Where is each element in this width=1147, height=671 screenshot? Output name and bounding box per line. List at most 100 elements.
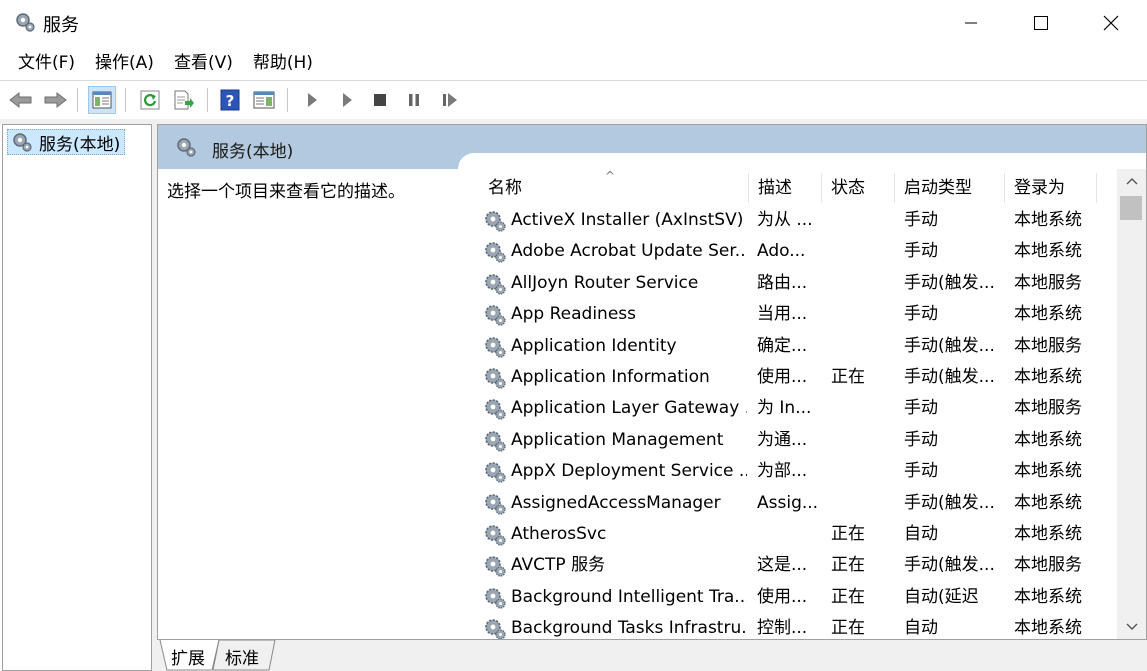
title-bar: 服务 <box>0 0 1147 46</box>
column-header-logon-as[interactable]: 登录为 <box>1005 173 1097 203</box>
properties-pane-button[interactable] <box>250 86 278 114</box>
scroll-down-button[interactable] <box>1117 615 1146 639</box>
start-service-button[interactable] <box>298 86 326 114</box>
service-description: 路由... <box>757 272 808 293</box>
table-row[interactable]: ActiveX Installer (AxInstSV) 为从 ... 手动 本地系统 <box>463 205 1117 236</box>
service-description: 为通... <box>757 429 808 450</box>
scroll-up-button[interactable] <box>1117 169 1146 193</box>
service-name: Application Management <box>511 429 724 450</box>
table-row[interactable]: Application Information 使用... 正在 手动(触发... 本地… <box>463 362 1117 393</box>
service-logon-as: 本地系统 <box>1014 524 1082 544</box>
menu-bar: 文件(F) 操作(A) 查看(V) 帮助(H) <box>0 46 1147 80</box>
service-logon-as: 本地服务 <box>1014 555 1082 576</box>
minimize-icon <box>965 22 977 24</box>
table-row[interactable]: AssignedAccessManager Assig... 手动(触发... 本地系… <box>463 488 1117 519</box>
minimize-button[interactable] <box>937 0 1005 46</box>
chevron-up-icon <box>1126 178 1137 185</box>
start-service-alt-button[interactable] <box>333 86 361 114</box>
service-logon-as: 本地系统 <box>1014 367 1082 387</box>
table-row[interactable]: AVCTP 服务 这是... 正在 手动(触发... 本地服务 <box>463 550 1117 581</box>
stop-service-button[interactable] <box>366 86 394 114</box>
service-name: AssignedAccessManager <box>511 492 721 513</box>
resume-service-button[interactable] <box>436 86 464 114</box>
service-gear-icon <box>485 556 506 578</box>
service-gear-icon <box>485 399 506 421</box>
service-status <box>831 331 891 362</box>
table-row[interactable]: Application Management 为通... 手动 本地系统 <box>463 425 1117 456</box>
close-icon <box>1103 15 1119 31</box>
tab-standard[interactable]: 标准 <box>225 644 259 669</box>
service-gear-icon <box>485 273 506 295</box>
service-logon-as: 本地系统 <box>1014 461 1082 482</box>
vertical-scrollbar[interactable] <box>1117 169 1146 639</box>
service-gear-icon <box>485 587 506 609</box>
service-logon-as: 本地系统 <box>1014 492 1082 513</box>
service-description: 当用... <box>757 304 808 325</box>
tree-item-label: 服务(本地) <box>39 134 121 155</box>
forward-button[interactable] <box>41 86 69 114</box>
service-status: 正在 <box>831 618 865 639</box>
table-row[interactable]: AppX Deployment Service ... 为部... 手动 本地系统 <box>463 456 1117 487</box>
service-description: Ado... <box>757 241 806 262</box>
table-row[interactable]: App Readiness 当用... 手动 本地系统 <box>463 299 1117 330</box>
service-description: 控制... <box>757 618 808 639</box>
back-button[interactable] <box>7 86 35 114</box>
refresh-button[interactable] <box>136 86 164 114</box>
service-gear-icon <box>485 242 506 264</box>
pane-header-title: 服务(本地) <box>212 142 294 162</box>
show-hide-console-tree-button[interactable] <box>88 86 116 114</box>
column-header-description[interactable]: 描述 <box>749 173 822 203</box>
refresh-icon <box>140 90 160 110</box>
service-startup-type: 手动 <box>904 210 938 230</box>
start-service-icon <box>308 93 317 107</box>
menu-action[interactable]: 操作(A) <box>85 46 164 80</box>
export-list-button[interactable] <box>170 86 198 114</box>
menu-file[interactable]: 文件(F) <box>8 46 85 80</box>
table-row[interactable]: Application Layer Gateway ... 为 In... 手动 本地… <box>463 393 1117 424</box>
column-header-status[interactable]: 状态 <box>822 173 895 203</box>
tab-extended[interactable]: 扩展 <box>171 644 205 669</box>
service-startup-type: 手动(触发... <box>904 492 995 513</box>
table-row[interactable]: Application Identity 确定... 手动(触发... 本地服务 <box>463 331 1117 362</box>
table-row[interactable]: AllJoyn Router Service 路由... 手动(触发... 本地服务 <box>463 268 1117 299</box>
service-startup-type: 自动 <box>904 524 938 544</box>
column-header-startup-type[interactable]: 启动类型 <box>895 173 1005 203</box>
service-name: Application Layer Gateway ... <box>511 398 747 419</box>
table-row[interactable]: Background Intelligent Tra... 使用... 正在 自动(延… <box>463 582 1117 613</box>
maximize-icon <box>1034 16 1048 30</box>
service-name: AtherosSvc <box>511 524 607 544</box>
service-name: Adobe Acrobat Update Ser... <box>511 241 747 262</box>
toolbar-separator <box>77 88 78 112</box>
show-hide-console-tree-icon <box>92 91 112 109</box>
maximize-button[interactable] <box>1007 0 1075 46</box>
service-description: 使用... <box>757 367 808 387</box>
close-button[interactable] <box>1077 0 1145 46</box>
services-list: ^ 名称 描述 状态 启动类型 登录为 ActiveX Installer (A… <box>463 169 1117 639</box>
table-row[interactable]: Background Tasks Infrastru... 控制... 正在 自动 本地… <box>463 613 1117 639</box>
service-description: 为 In... <box>757 398 812 419</box>
scroll-thumb[interactable] <box>1120 196 1142 220</box>
service-name: AppX Deployment Service ... <box>511 461 747 482</box>
window-title: 服务 <box>43 15 79 36</box>
service-startup-type: 手动(触发... <box>904 555 995 576</box>
service-status <box>831 236 891 267</box>
menu-view[interactable]: 查看(V) <box>164 46 243 80</box>
tree-item-services-local[interactable]: 服务(本地) <box>7 129 126 155</box>
menu-help[interactable]: 帮助(H) <box>243 46 323 80</box>
service-logon-as: 本地服务 <box>1014 335 1082 356</box>
service-logon-as: 本地系统 <box>1014 210 1082 230</box>
service-gear-icon <box>485 525 506 546</box>
services-gear-icon <box>16 13 35 32</box>
service-name: AllJoyn Router Service <box>511 272 699 293</box>
service-status: 正在 <box>831 367 865 387</box>
column-header-name[interactable]: 名称 <box>479 173 749 203</box>
description-prompt: 选择一个项目来查看它的描述。 <box>167 182 405 202</box>
table-row[interactable]: AtherosSvc 正在 自动 本地系统 <box>463 519 1117 550</box>
service-description: 这是... <box>757 555 808 576</box>
help-button[interactable]: ? <box>216 86 244 114</box>
pause-service-button[interactable] <box>400 86 428 114</box>
back-icon <box>9 91 32 109</box>
toolbar-separator <box>207 88 208 112</box>
table-row[interactable]: Adobe Acrobat Update Ser... Ado... 手动 本地系统 <box>463 236 1117 267</box>
service-status: 正在 <box>831 586 865 607</box>
